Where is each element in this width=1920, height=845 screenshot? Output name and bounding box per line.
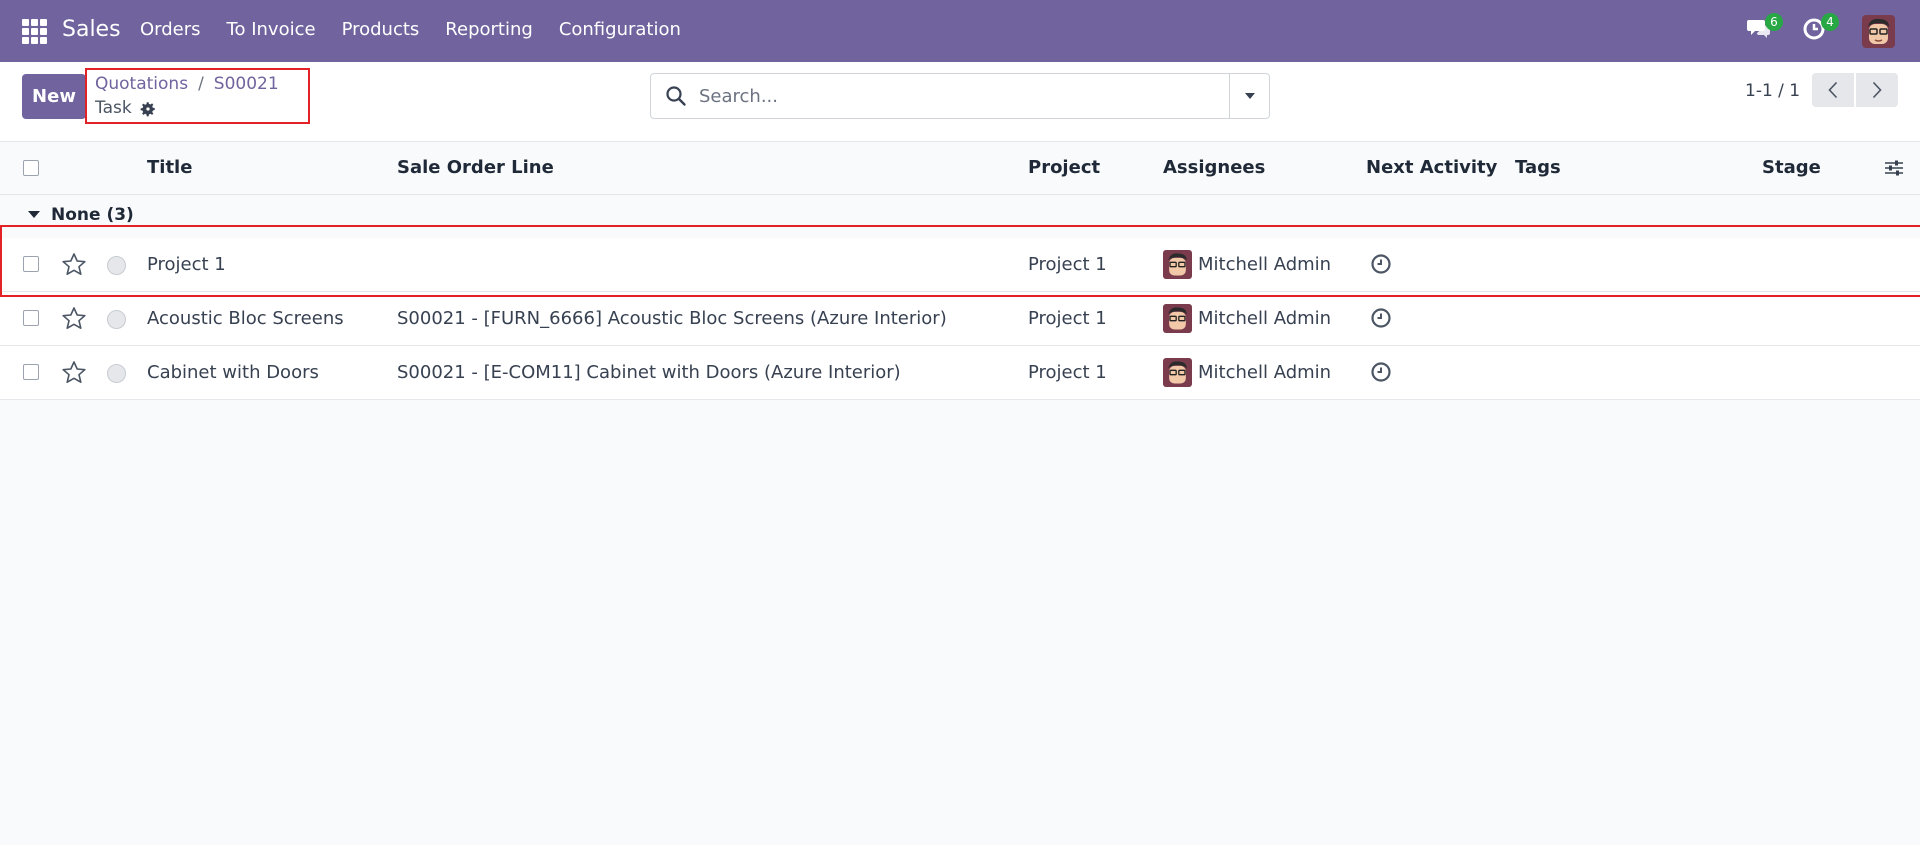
cell-sale-order-line: S00021 - [FURN_6666] Acoustic Bloc Scree… bbox=[397, 308, 947, 329]
column-sale-order-line[interactable]: Sale Order Line bbox=[397, 157, 554, 178]
clock-icon[interactable] bbox=[1370, 361, 1392, 383]
search-input[interactable] bbox=[699, 74, 1199, 118]
search-bar bbox=[650, 73, 1270, 119]
breadcrumb-separator: / bbox=[198, 74, 204, 94]
top-navbar: Sales Orders To Invoice Products Reporti… bbox=[0, 0, 1920, 62]
column-project[interactable]: Project bbox=[1028, 157, 1100, 178]
chevron-left-icon bbox=[1828, 81, 1838, 99]
table-row[interactable]: Project 1 Project 1 Mitchell Admin bbox=[0, 238, 1920, 292]
status-indicator[interactable] bbox=[107, 364, 126, 383]
cell-project: Project 1 bbox=[1028, 362, 1107, 383]
cell-assignee: Mitchell Admin bbox=[1198, 254, 1332, 275]
pager-previous-button[interactable] bbox=[1812, 73, 1854, 107]
activities-badge: 4 bbox=[1821, 13, 1839, 31]
apps-grid-icon[interactable] bbox=[22, 19, 47, 44]
cell-sale-order-line: S00021 - [E-COM11] Cabinet with Doors (A… bbox=[397, 362, 901, 383]
app-name[interactable]: Sales bbox=[62, 17, 121, 42]
optional-columns-icon[interactable] bbox=[1884, 159, 1904, 177]
table-row[interactable]: Acoustic Bloc Screens S00021 - [FURN_666… bbox=[0, 292, 1920, 346]
menu-configuration[interactable]: Configuration bbox=[559, 19, 681, 40]
column-title[interactable]: Title bbox=[147, 157, 192, 178]
cell-title: Acoustic Bloc Screens bbox=[147, 308, 344, 329]
breadcrumb-quotations[interactable]: Quotations bbox=[95, 74, 188, 94]
user-avatar[interactable] bbox=[1862, 15, 1895, 48]
messages-button[interactable]: 6 bbox=[1746, 13, 1783, 45]
breadcrumb-s00021[interactable]: S00021 bbox=[214, 74, 279, 94]
messages-badge: 6 bbox=[1765, 13, 1783, 31]
gear-icon[interactable] bbox=[139, 100, 157, 118]
chevron-right-icon bbox=[1872, 81, 1882, 99]
group-header-none[interactable]: None (3) bbox=[51, 205, 134, 225]
caret-down-icon[interactable] bbox=[28, 210, 40, 219]
cell-project: Project 1 bbox=[1028, 254, 1107, 275]
cell-title: Project 1 bbox=[147, 254, 226, 275]
column-tags[interactable]: Tags bbox=[1515, 157, 1561, 178]
table-row[interactable]: Cabinet with Doors S00021 - [E-COM11] Ca… bbox=[0, 346, 1920, 400]
star-icon[interactable] bbox=[61, 252, 87, 277]
column-assignees[interactable]: Assignees bbox=[1163, 157, 1265, 178]
column-next-activity[interactable]: Next Activity bbox=[1366, 157, 1497, 178]
row-checkbox[interactable] bbox=[23, 364, 39, 380]
cell-assignee: Mitchell Admin bbox=[1198, 308, 1332, 329]
row-checkbox[interactable] bbox=[23, 310, 39, 326]
avatar bbox=[1163, 358, 1192, 387]
cell-assignee: Mitchell Admin bbox=[1198, 362, 1332, 383]
status-indicator[interactable] bbox=[107, 310, 126, 329]
activities-button[interactable]: 4 bbox=[1802, 13, 1839, 45]
caret-down-icon bbox=[1244, 93, 1255, 99]
list-header: Title Sale Order Line Project Assignees … bbox=[0, 142, 1920, 195]
menu-orders[interactable]: Orders bbox=[140, 19, 201, 40]
menu-to-invoice[interactable]: To Invoice bbox=[227, 19, 316, 40]
cell-title: Cabinet with Doors bbox=[147, 362, 319, 383]
clock-icon[interactable] bbox=[1370, 307, 1392, 329]
star-icon[interactable] bbox=[61, 360, 87, 385]
clock-icon[interactable] bbox=[1370, 253, 1392, 275]
pager-next-button[interactable] bbox=[1856, 73, 1898, 107]
avatar bbox=[1163, 304, 1192, 333]
main-menu: Orders To Invoice Products Reporting Con… bbox=[140, 19, 707, 40]
cell-project: Project 1 bbox=[1028, 308, 1107, 329]
search-icon bbox=[666, 86, 686, 106]
select-all-checkbox[interactable] bbox=[23, 160, 39, 176]
new-button[interactable]: New bbox=[22, 74, 86, 119]
status-indicator[interactable] bbox=[107, 256, 126, 275]
row-checkbox[interactable] bbox=[23, 256, 39, 272]
task-list: Title Sale Order Line Project Assignees … bbox=[0, 142, 1920, 195]
menu-products[interactable]: Products bbox=[342, 19, 420, 40]
star-icon[interactable] bbox=[61, 306, 87, 331]
menu-reporting[interactable]: Reporting bbox=[445, 19, 533, 40]
page-title: Task bbox=[95, 98, 132, 118]
search-options-toggle[interactable] bbox=[1229, 74, 1269, 118]
column-stage[interactable]: Stage bbox=[1762, 157, 1821, 178]
avatar bbox=[1163, 250, 1192, 279]
control-panel: New Quotations / S00021 Task 1-1 / 1 bbox=[0, 62, 1920, 142]
breadcrumb: Quotations / S00021 bbox=[95, 74, 279, 94]
pager-value[interactable]: 1-1 / 1 bbox=[1745, 81, 1800, 101]
